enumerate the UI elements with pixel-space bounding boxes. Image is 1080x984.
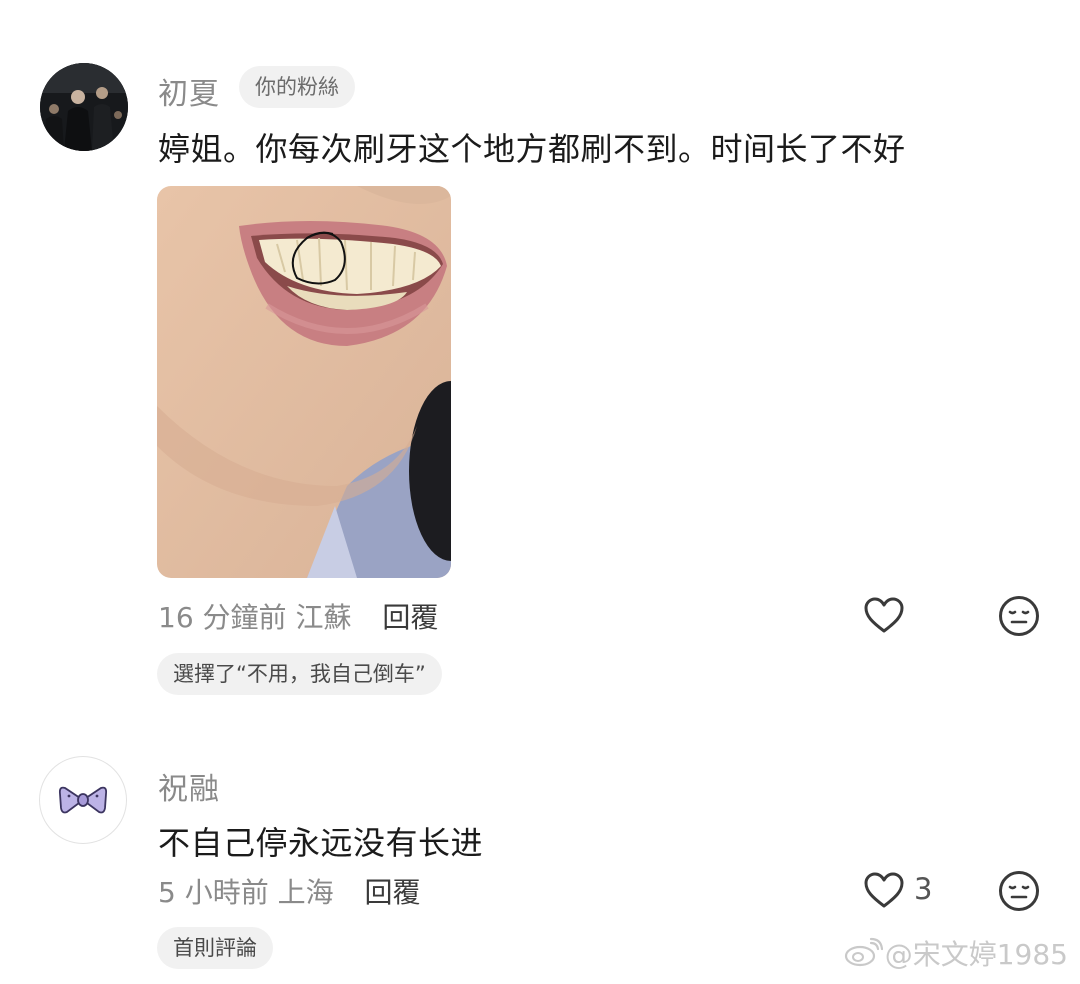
choice-tag: 選擇了“不用，我自己倒车” — [157, 653, 442, 695]
comment-image[interactable] — [157, 186, 451, 578]
comment-meta: 5 小時前 上海 回覆 — [158, 871, 421, 911]
like-button[interactable] — [862, 869, 906, 913]
like-button[interactable] — [862, 594, 906, 638]
first-comment-tag: 首則評論 — [157, 927, 273, 969]
comment-location: 江蘇 — [295, 601, 352, 634]
dislike-button[interactable] — [997, 594, 1041, 638]
reply-button[interactable]: 回覆 — [365, 876, 421, 909]
dislike-button[interactable] — [997, 869, 1041, 913]
comment-time: 5 小時前 — [158, 876, 269, 909]
comment-time: 16 分鐘前 — [158, 601, 287, 634]
heart-icon — [864, 597, 904, 633]
neutral-face-icon — [999, 596, 1039, 636]
weibo-icon — [843, 937, 883, 974]
heart-icon — [864, 872, 904, 908]
like-count: 3 — [914, 872, 933, 906]
comment-meta: 16 分鐘前 江蘇 回覆 — [158, 596, 438, 636]
neutral-face-icon — [999, 871, 1039, 911]
user-avatar[interactable] — [39, 756, 127, 844]
watermark-text: @宋文婷1985 — [884, 937, 1068, 971]
comment-item: 初夏 你的粉絲 婷姐。你每次刷牙这个地方都刷不到。时间长了不好 16 分鐘前 江… — [0, 0, 1080, 720]
comment-text: 婷姐。你每次刷牙这个地方都刷不到。时间长了不好 — [158, 130, 906, 168]
comment-text: 不自己停永远没有长进 — [158, 824, 484, 862]
watermark: @宋文婷1985 — [843, 933, 1068, 975]
reply-button[interactable]: 回覆 — [382, 601, 438, 634]
comment-location: 上海 — [277, 876, 334, 909]
fan-badge: 你的粉絲 — [239, 66, 355, 108]
smile-photo — [157, 186, 451, 578]
user-avatar[interactable] — [40, 63, 128, 151]
username[interactable]: 祝融 — [158, 764, 220, 808]
username[interactable]: 初夏 — [158, 69, 220, 113]
bow-icon — [58, 786, 108, 814]
avatar-photo-icon — [40, 63, 128, 151]
